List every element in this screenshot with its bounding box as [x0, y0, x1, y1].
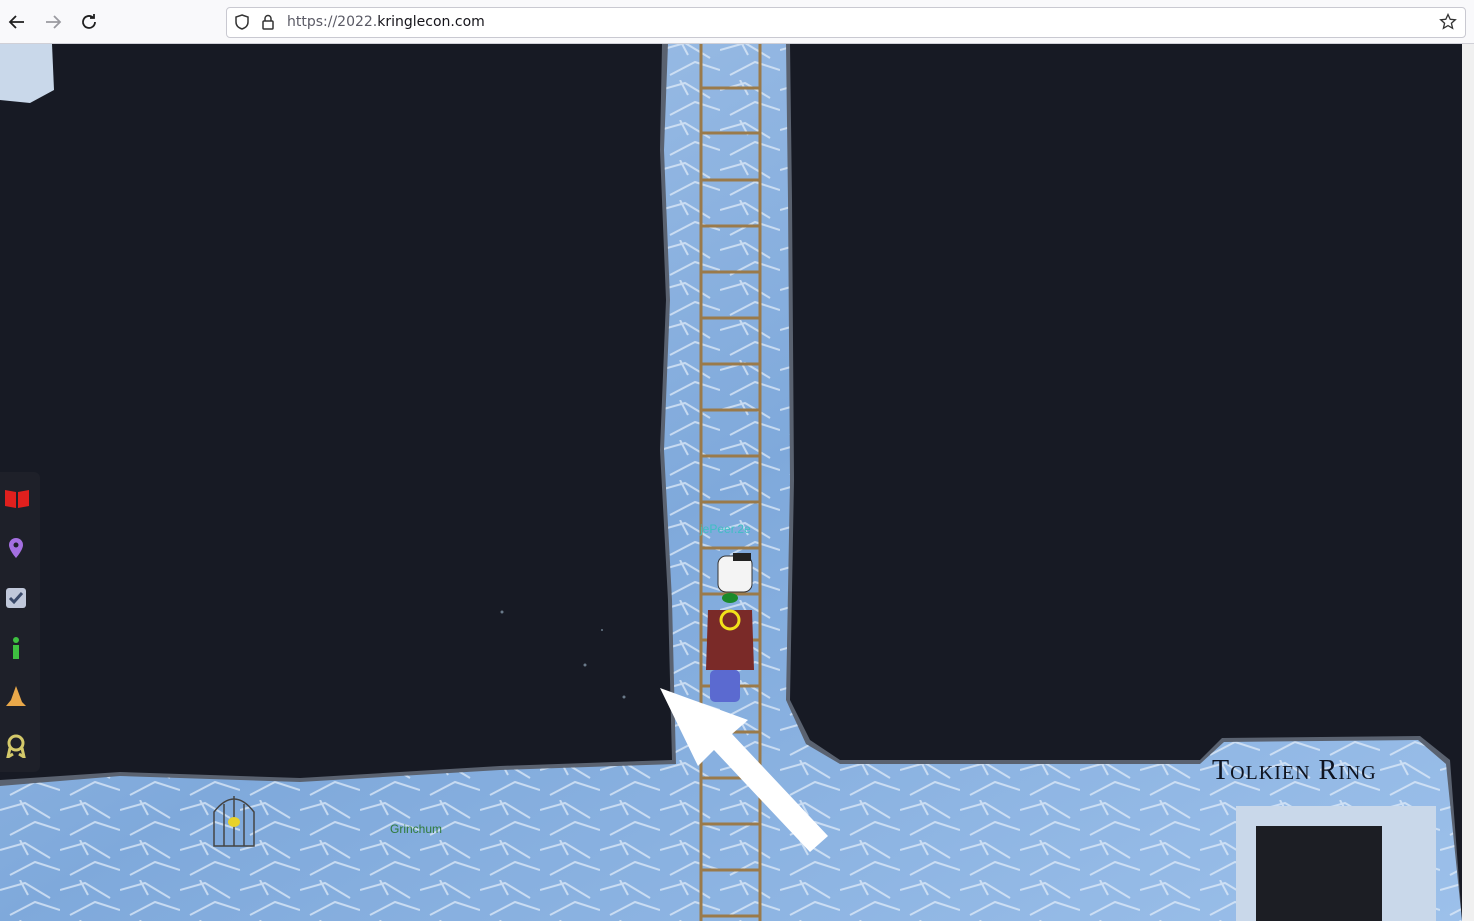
shield-icon[interactable]: [233, 13, 251, 35]
player-name-label: jePeer.2e: [700, 522, 751, 536]
ice-chunk: [0, 44, 54, 103]
checkbox-icon[interactable]: [4, 586, 28, 610]
area-title: Tolkien Ring: [1212, 755, 1377, 786]
url-text: https://2022.kringlecon.com: [287, 14, 485, 30]
map-pin-icon[interactable]: [4, 536, 28, 560]
back-icon[interactable]: [5, 10, 29, 34]
book-icon[interactable]: [4, 486, 29, 510]
scrollbar[interactable]: [1462, 44, 1474, 921]
door: [1236, 806, 1436, 921]
side-menu: [0, 472, 40, 772]
npc-name-label[interactable]: Grinchum: [390, 822, 442, 836]
game-scene: [0, 44, 1462, 921]
forward-icon[interactable]: [41, 10, 65, 34]
hat-icon[interactable]: [4, 684, 28, 708]
lock-icon[interactable]: [259, 13, 277, 35]
address-bar[interactable]: https://2022.kringlecon.com: [226, 7, 1466, 38]
info-icon[interactable]: [4, 636, 28, 660]
game-viewport[interactable]: jePeer.2e Grinchum Tolkien Ring: [0, 44, 1462, 921]
browser-toolbar: https://2022.kringlecon.com: [0, 0, 1474, 44]
star-bookmark-icon[interactable]: [1439, 12, 1457, 35]
reload-icon[interactable]: [77, 10, 101, 34]
badge-icon[interactable]: [4, 734, 28, 761]
